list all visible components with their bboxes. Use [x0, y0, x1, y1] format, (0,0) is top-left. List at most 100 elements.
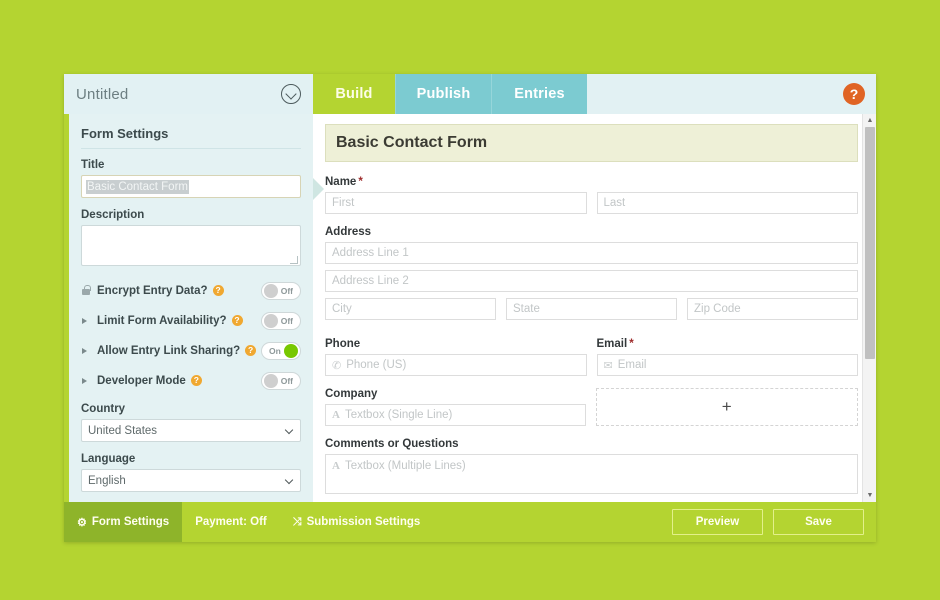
tab-build[interactable]: Build — [313, 74, 395, 114]
toggle-knob — [264, 373, 278, 388]
app-footer: ⚙ Form Settings Payment: Off ⤨ Submissio… — [64, 502, 876, 542]
setting-label: Encrypt Entry Data? — [97, 284, 208, 297]
toggle-knob — [264, 283, 278, 298]
required-mark: * — [358, 176, 363, 188]
triangle-right-icon[interactable] — [81, 347, 94, 354]
chevron-down-icon — [284, 475, 294, 485]
country-field-label: Country — [81, 403, 126, 415]
scroll-down-icon[interactable]: ▼ — [863, 489, 876, 502]
triangle-right-icon[interactable] — [81, 317, 94, 324]
toggle-knob — [284, 343, 298, 358]
address-line2-input[interactable]: Address Line 2 — [325, 270, 858, 292]
comments-placeholder: Textbox (Multiple Lines) — [344, 460, 466, 472]
name-last-input[interactable]: Last — [596, 192, 858, 214]
phone-input[interactable]: ✆ Phone (US) — [325, 354, 587, 376]
title-input[interactable]: Basic Contact Form — [81, 175, 301, 198]
triangle-right-icon[interactable] — [81, 377, 94, 384]
canvas-scrollbar[interactable]: ▲ ▼ — [862, 114, 876, 502]
description-textarea[interactable] — [81, 225, 301, 266]
field-label-company: Company — [325, 388, 378, 400]
toggle-encrypt-entry-data[interactable]: Off — [261, 281, 301, 300]
language-field-label: Language — [81, 453, 136, 465]
tab-entries[interactable]: Entries — [491, 74, 587, 114]
help-icon[interactable]: ? — [190, 375, 202, 386]
app-header: Untitled Build Publish Entries ? — [64, 74, 876, 114]
title-input-value: Basic Contact Form — [86, 179, 189, 194]
panel-pointer-triangle — [313, 178, 324, 200]
phone-placeholder: Phone (US) — [346, 359, 407, 371]
address-zip-input[interactable]: Zip Code — [687, 298, 858, 320]
phone-icon: ✆ — [332, 359, 342, 372]
help-icon[interactable]: ? — [231, 315, 243, 326]
help-icon[interactable]: ? — [245, 345, 257, 356]
save-button[interactable]: Save — [773, 509, 864, 535]
text-a-icon: A — [332, 460, 340, 472]
toggle-developer-mode[interactable]: Off — [261, 371, 301, 390]
shuffle-icon: ⤨ — [292, 515, 302, 528]
footer-item-submission-settings[interactable]: ⤨ Submission Settings — [280, 502, 434, 542]
lock-icon — [81, 285, 94, 295]
setting-row-developer-mode[interactable]: Developer Mode ? Off — [81, 367, 301, 394]
form-name-zone[interactable]: Untitled — [64, 74, 313, 114]
comments-textarea[interactable]: A Textbox (Multiple Lines) — [325, 454, 858, 494]
address-state-input[interactable]: State — [506, 298, 677, 320]
form-settings-sidebar: Form Settings Title Basic Contact Form D… — [64, 114, 313, 502]
help-icon[interactable]: ? — [212, 285, 224, 296]
setting-row-limit-form-availability[interactable]: Limit Form Availability? ? Off — [81, 307, 301, 334]
language-select[interactable]: English — [81, 469, 301, 492]
field-label-name: Name — [325, 176, 357, 188]
language-select-value: English — [88, 474, 126, 487]
setting-label: Allow Entry Link Sharing? — [97, 344, 241, 357]
gear-icon: ⚙ — [77, 516, 87, 529]
setting-label: Developer Mode — [97, 374, 186, 387]
main-tabs: Build Publish Entries — [313, 74, 587, 114]
toggle-knob — [264, 313, 278, 328]
toggle-limit-form-availability[interactable]: Off — [261, 311, 301, 330]
field-comments[interactable]: Comments or Questions A Textbox (Multipl… — [325, 438, 858, 494]
setting-row-allow-entry-link-sharing[interactable]: Allow Entry Link Sharing? ? On — [81, 337, 301, 364]
footer-item-form-settings[interactable]: ⚙ Form Settings — [64, 502, 183, 542]
address-line1-input[interactable]: Address Line 1 — [325, 242, 858, 264]
field-email[interactable]: Email * ✉ Email — [596, 338, 859, 376]
field-company[interactable]: Company A Textbox (Single Line) — [325, 388, 586, 426]
name-first-input[interactable]: First — [325, 192, 587, 214]
toggle-state-label: On — [269, 345, 281, 356]
company-input[interactable]: A Textbox (Single Line) — [325, 404, 586, 426]
footer-actions: Preview Save — [672, 509, 876, 535]
email-input[interactable]: ✉ Email — [596, 354, 858, 376]
field-label-wrap: Name * — [325, 176, 858, 188]
envelope-icon: ✉ — [603, 359, 613, 372]
toggle-state-label: Off — [280, 315, 293, 326]
setting-label: Limit Form Availability? — [97, 314, 227, 327]
title-field-label: Title — [81, 159, 105, 171]
footer-item-label: Form Settings — [91, 516, 170, 528]
form-title[interactable]: Basic Contact Form — [325, 124, 858, 162]
field-name[interactable]: Name * First Last — [325, 176, 858, 214]
field-label-comments: Comments or Questions — [325, 438, 459, 450]
form-name-label: Untitled — [76, 85, 129, 103]
field-label-email-wrap: Email * — [597, 338, 859, 350]
field-phone[interactable]: Phone ✆ Phone (US) — [325, 338, 587, 376]
tab-publish[interactable]: Publish — [395, 74, 491, 114]
scroll-up-icon[interactable]: ▲ — [863, 114, 876, 127]
preview-button[interactable]: Preview — [672, 509, 763, 535]
footer-item-label: Payment: Off — [195, 516, 267, 528]
toggle-allow-entry-link-sharing[interactable]: On — [261, 341, 301, 360]
required-mark: * — [629, 338, 634, 350]
scrollbar-thumb[interactable] — [865, 127, 875, 359]
country-select[interactable]: United States — [81, 419, 301, 442]
description-field-label: Description — [81, 209, 145, 221]
sidebar-heading: Form Settings — [81, 126, 301, 149]
chevron-down-circle-icon[interactable] — [281, 84, 301, 104]
field-label-address: Address — [325, 226, 372, 238]
toggle-state-label: Off — [280, 375, 293, 386]
help-icon[interactable]: ? — [843, 83, 865, 105]
form-builder-window: Untitled Build Publish Entries ? Form Se… — [64, 74, 876, 542]
field-address[interactable]: Address Address Line 1 Address Line 2 Ci… — [325, 226, 858, 326]
company-placeholder: Textbox (Single Line) — [344, 409, 453, 421]
add-field-button[interactable]: + — [595, 388, 858, 426]
address-city-input[interactable]: City — [325, 298, 496, 320]
field-label-phone: Phone — [325, 338, 361, 350]
footer-item-payment[interactable]: Payment: Off — [182, 502, 280, 542]
setting-row-encrypt-entry-data[interactable]: Encrypt Entry Data? ? Off — [81, 277, 301, 304]
